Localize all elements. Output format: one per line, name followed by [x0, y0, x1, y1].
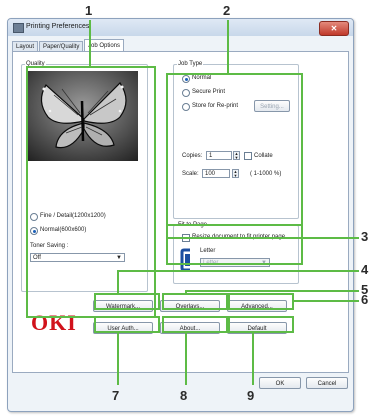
callout-line-5-horiz	[185, 290, 359, 292]
callout-line-8	[185, 333, 187, 385]
callout-line-7	[117, 333, 119, 385]
job-normal-label: Normal	[192, 75, 212, 81]
scale-label: Scale:	[182, 171, 199, 177]
quality-group-label: Quality	[25, 61, 46, 67]
scale-stepper[interactable]: ▲ ▼	[232, 169, 239, 178]
job-type-group-label: Job Type	[177, 61, 204, 67]
callout-number-8: 8	[180, 388, 188, 403]
fit-paper-value: Letter	[203, 260, 219, 266]
quality-group: Quality Fine / Detail(1200x1200) Normal(…	[21, 61, 148, 292]
cancel-button[interactable]: Cancel	[306, 377, 348, 389]
user-auth-button[interactable]: User Auth...	[93, 322, 153, 334]
callout-line-4-horiz	[117, 270, 359, 272]
overlays-button[interactable]: Overlays...	[160, 300, 220, 312]
job-store-reprint-label: Store for Re-print	[192, 103, 239, 109]
callout-number-2: 2	[223, 3, 231, 18]
job-secure-print-radio[interactable]	[182, 89, 190, 97]
quality-normal-radio[interactable]	[30, 227, 38, 235]
quality-preview-image	[28, 71, 138, 161]
scale-range-label: ( 1-1000 %)	[250, 171, 282, 177]
callout-number-6: 6	[361, 292, 369, 307]
toner-saving-label: Toner Saving :	[30, 243, 69, 249]
copies-label: Copies:	[182, 153, 203, 159]
oki-logo: OKI	[31, 310, 77, 335]
stepper-arrows-icon: ▲ ▼	[233, 169, 238, 178]
resize-to-fit-checkbox[interactable]	[182, 234, 190, 242]
quality-normal-label: Normal(600x600)	[40, 227, 87, 233]
job-options-panel: Quality Fine / Detail(1200x1200) Normal(…	[12, 51, 349, 373]
callout-number-3: 3	[361, 229, 369, 244]
paper-orientation-icon	[180, 248, 190, 272]
callout-line-1	[89, 20, 91, 66]
quality-fine-radio[interactable]	[30, 213, 38, 221]
job-secure-print-label: Secure Print	[192, 89, 226, 95]
callout-line-3	[303, 237, 359, 239]
setting-button[interactable]: Setting...	[254, 100, 290, 112]
job-normal-radio[interactable]	[182, 75, 190, 83]
job-type-group: Job Type Normal Secure Print Store for R…	[173, 61, 299, 219]
chevron-down-icon: ▼	[261, 260, 267, 266]
callout-number-1: 1	[85, 3, 93, 18]
close-button[interactable]: ✕	[319, 21, 349, 36]
collate-checkbox[interactable]	[244, 152, 252, 160]
close-icon: ✕	[330, 24, 338, 33]
callout-number-9: 9	[247, 388, 255, 403]
ok-button[interactable]: OK	[259, 377, 301, 389]
toner-saving-value: Off	[33, 255, 41, 261]
fit-to-page-group-label: Fit to Page	[177, 222, 209, 228]
collate-label: Collate	[254, 153, 273, 159]
callout-line-4-vert	[117, 270, 119, 293]
toner-saving-select[interactable]: Off ▼	[30, 253, 125, 262]
scale-input[interactable]: 100	[202, 169, 230, 178]
job-store-reprint-radio[interactable]	[182, 103, 190, 111]
window-title: Printing Preferences	[26, 23, 90, 30]
copies-stepper[interactable]: ▲ ▼	[233, 151, 240, 160]
callout-line-6	[294, 300, 359, 302]
about-button[interactable]: About...	[160, 322, 220, 334]
callout-line-2	[227, 20, 229, 73]
callout-number-7: 7	[112, 388, 120, 403]
quality-fine-label: Fine / Detail(1200x1200)	[40, 213, 106, 219]
fit-paper-label: Letter	[200, 248, 216, 254]
advanced-button[interactable]: Advanced...	[227, 300, 287, 312]
chevron-down-icon: ▼	[116, 255, 122, 261]
copies-input[interactable]: 1	[206, 151, 232, 160]
watermark-button[interactable]: Watermark...	[93, 300, 153, 312]
stepper-arrows-icon: ▲ ▼	[234, 151, 239, 160]
fit-paper-select[interactable]: Letter ▼	[200, 258, 270, 267]
title-bar[interactable]: Printing Preferences ✕	[8, 19, 353, 36]
fit-to-page-group: Fit to Page Resize document to fit print…	[173, 222, 299, 284]
printing-preferences-dialog: Printing Preferences ✕ Layout Paper/Qual…	[7, 18, 354, 412]
printer-icon	[13, 23, 24, 33]
resize-to-fit-label: Resize document to fit printer page	[192, 234, 286, 240]
default-button[interactable]: Default	[227, 322, 287, 334]
callout-line-9	[252, 333, 254, 385]
callout-number-4: 4	[361, 262, 369, 277]
